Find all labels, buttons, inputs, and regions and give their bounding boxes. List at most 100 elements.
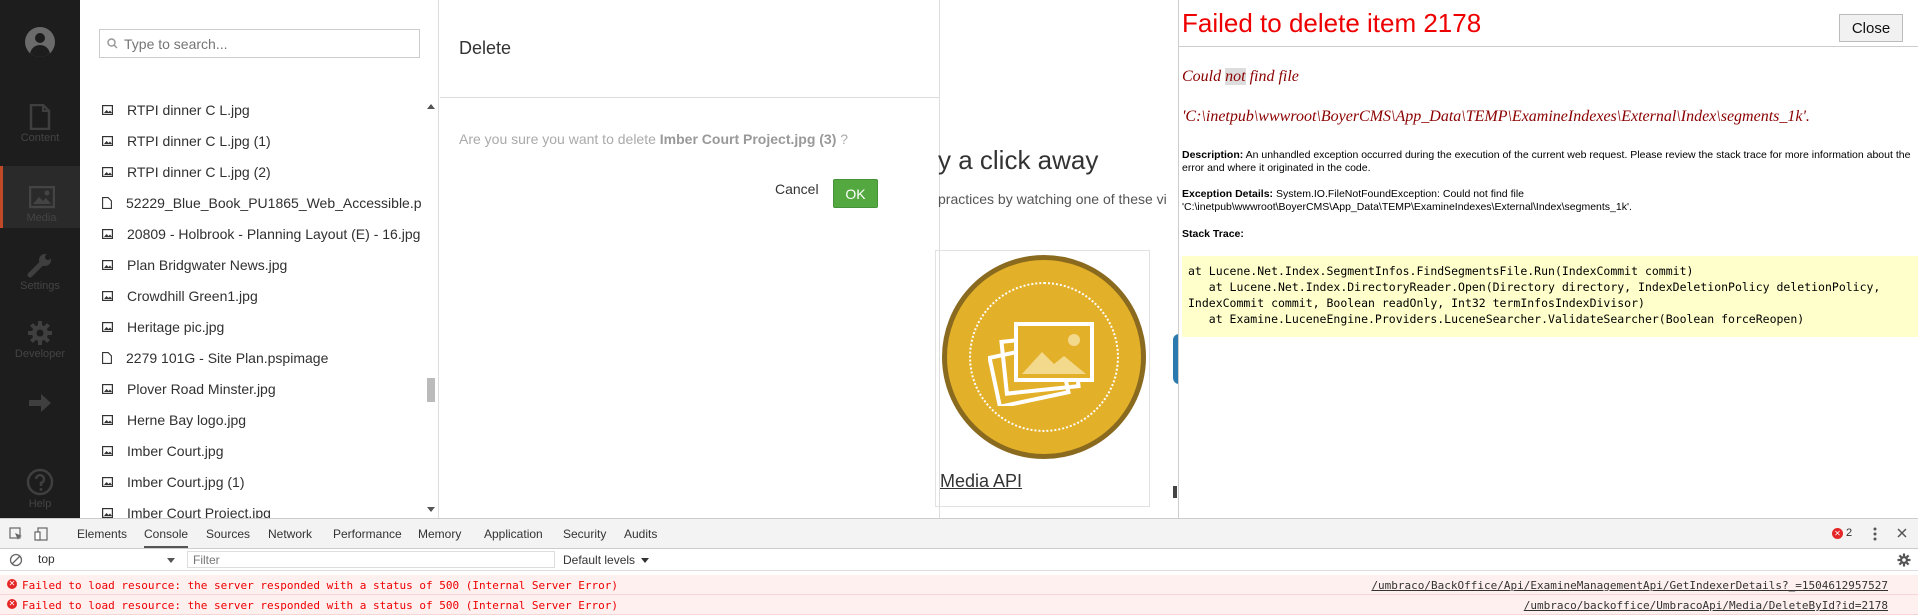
media-api-card[interactable]: Media API (935, 250, 1150, 507)
file-icon (102, 351, 112, 364)
device-toggle-icon[interactable] (34, 527, 48, 541)
tree-item-label: Imber Court.jpg (1) (127, 473, 245, 490)
exception-details: Exception Details: System.IO.FileNotFoun… (1182, 188, 1632, 213)
photos-icon (988, 322, 1094, 406)
tree-item[interactable]: Plover Road Minster.jpg (80, 373, 422, 404)
tree-item-label: RTPI dinner C L.jpg (1) (127, 132, 271, 149)
tree-search[interactable] (99, 29, 420, 58)
image-file-icon (102, 135, 113, 146)
devtools-tab-performance[interactable]: Performance (333, 527, 402, 541)
tree-item[interactable]: Imber Court.jpg (1) (80, 466, 422, 497)
devtools-tab-elements[interactable]: Elements (77, 527, 127, 541)
error-dot-icon: ✕ (1832, 527, 1843, 539)
tree-item-label: Crowdhill Green1.jpg (127, 287, 258, 304)
tree-item[interactable]: Imber Court Project.jpg (80, 497, 422, 518)
devtools-tab-sources[interactable]: Sources (206, 527, 250, 541)
image-file-icon (102, 290, 113, 301)
ok-button[interactable]: OK (833, 179, 878, 208)
error-title: Failed to delete item 2178 (1182, 8, 1482, 38)
nav-item-settings[interactable]: Settings (0, 252, 80, 314)
devtools-tab-audits[interactable]: Audits (624, 527, 657, 541)
scroll-up-arrow[interactable] (427, 104, 435, 109)
console-source-link[interactable]: /umbraco/BackOffice/Api/ExamineManagemen… (1371, 579, 1888, 592)
devtools-tab-network[interactable]: Network (268, 527, 312, 541)
console-message: Failed to load resource: the server resp… (22, 599, 619, 612)
delete-dialog: Delete Are you sure you want to delete I… (440, 0, 940, 518)
console-error-count[interactable]: ✕ 2 (1832, 527, 1852, 539)
tree-item[interactable]: Imber Court.jpg (80, 435, 422, 466)
tree-item-label: 20809 - Holbrook - Planning Layout (E) -… (127, 225, 421, 242)
search-icon (107, 38, 118, 49)
left-navigation: Content Media Settings Developer Help (0, 0, 80, 518)
scroll-thumb[interactable] (427, 378, 435, 402)
context-select[interactable]: top (38, 552, 178, 568)
console-message: Failed to load resource: the server resp… (22, 579, 619, 592)
image-icon (28, 186, 55, 209)
arrow-right-icon (29, 394, 51, 412)
file-icon (102, 196, 112, 209)
tree-item[interactable]: RTPI dinner C L.jpg (80, 94, 422, 125)
levels-chevron-down-icon (641, 558, 649, 563)
devtools-tab-console[interactable]: Console (144, 527, 189, 548)
nav-label-developer: Developer (14, 348, 66, 360)
dialog-header (440, 0, 939, 98)
stack-trace-label: Stack Trace: (1182, 228, 1244, 240)
image-file-icon (102, 321, 113, 332)
devtools-tab-application[interactable]: Application (484, 527, 543, 541)
tree-item-label: Plover Road Minster.jpg (127, 380, 276, 397)
tree-item[interactable]: RTPI dinner C L.jpg (1) (80, 125, 422, 156)
cancel-button[interactable]: Cancel (775, 181, 819, 197)
nav-item-content[interactable]: Content (0, 104, 80, 166)
media-tree-panel: RTPI dinner C L.jpg RTPI dinner C L.jpg (… (80, 0, 439, 518)
scroll-down-arrow[interactable] (427, 507, 435, 512)
nav-label-help: Help (28, 498, 52, 510)
stack-line: at Lucene.Net.Index.SegmentInfos.FindSeg… (1188, 264, 1694, 278)
media-api-link[interactable]: Media API (940, 471, 1022, 492)
tree-scrollbar[interactable] (424, 98, 437, 518)
tree-item[interactable]: 20809 - Holbrook - Planning Layout (E) -… (80, 218, 422, 249)
document-icon (29, 104, 51, 130)
dashboard-headline: y a click away (938, 145, 1099, 175)
log-levels-select[interactable]: Default levels (563, 553, 635, 567)
tree-item[interactable]: Plan Bridgwater News.jpg (80, 249, 422, 280)
tree-item[interactable]: Herne Bay logo.jpg (80, 404, 422, 435)
error-description: Description: An unhandled exception occu… (1182, 149, 1911, 174)
nav-item-developer[interactable]: Developer (0, 320, 80, 382)
console-toolbar: top Default levels (0, 549, 1918, 571)
tree-item-label: Herne Bay logo.jpg (127, 411, 247, 428)
app-window: Content Media Settings Developer Help RT… (0, 0, 1918, 616)
console-source-link[interactable]: /umbraco/backoffice/UmbracoApi/Media/Del… (1524, 599, 1888, 612)
nav-item-media[interactable]: Media (0, 166, 80, 228)
close-devtools-icon[interactable] (1896, 527, 1908, 539)
media-illustration (942, 255, 1146, 459)
message-suffix: ? (840, 131, 849, 147)
error-x-icon: ✕ (7, 599, 17, 609)
devtools-tabbar: Elements Console Sources Network Performance… (0, 519, 1918, 549)
tree-item[interactable]: 52229_Blue_Book_PU1865_Web_Accessible.pd… (80, 187, 422, 218)
clear-console-icon[interactable] (9, 553, 23, 567)
close-button[interactable]: Close (1839, 14, 1903, 42)
tree-item[interactable]: Heritage pic.jpg (80, 311, 422, 342)
image-file-icon (102, 445, 113, 456)
search-input[interactable] (124, 34, 414, 54)
console-filter-input[interactable] (187, 551, 555, 568)
tree-item[interactable]: Crowdhill Green1.jpg (80, 280, 422, 311)
tree-item[interactable]: RTPI dinner C L.jpg (2) (80, 156, 422, 187)
settings-gear-icon[interactable] (1897, 553, 1911, 567)
devtools-tab-security[interactable]: Security (563, 527, 606, 541)
gear-icon (28, 321, 52, 345)
tree-item-label: RTPI dinner C L.jpg (127, 101, 250, 118)
devtools-tab-memory[interactable]: Memory (418, 527, 461, 541)
nav-item-forms[interactable] (0, 392, 80, 454)
stack-line: at Examine.LuceneEngine.Providers.Lucene… (1188, 312, 1805, 326)
stack-trace: at Lucene.Net.Index.SegmentInfos.FindSeg… (1182, 256, 1918, 337)
more-menu-icon[interactable] (1872, 527, 1878, 541)
tree-item-label: 52229_Blue_Book_PU1865_Web_Accessible.pd… (126, 194, 422, 211)
tree-item-label: Heritage pic.jpg (127, 318, 225, 335)
avatar[interactable] (25, 27, 55, 57)
inspect-icon[interactable] (9, 527, 23, 541)
nav-label-settings: Settings (20, 280, 60, 292)
tree-item[interactable]: 2279 101G - Site Plan.pspimage (80, 342, 422, 373)
help-icon (26, 468, 54, 496)
image-file-icon (102, 228, 113, 239)
